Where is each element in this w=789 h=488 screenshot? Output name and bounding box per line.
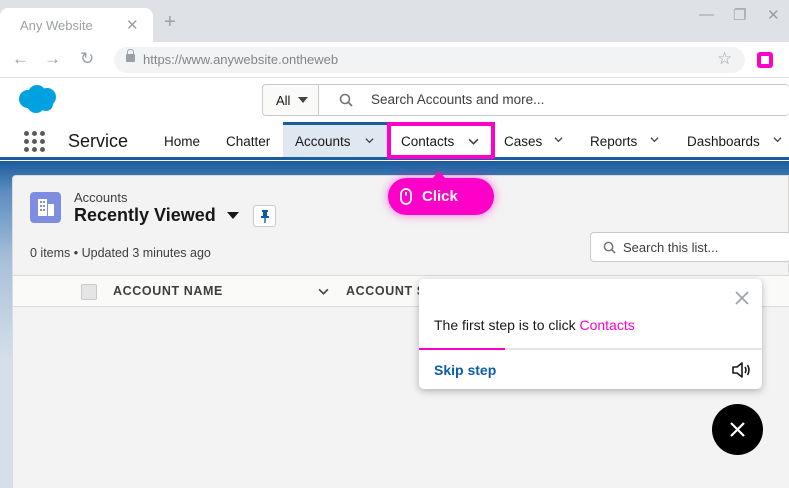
nav-item-label: Reports [590, 134, 638, 149]
global-header: All Search Accounts and more... [0, 78, 789, 122]
click-hint-badge: Click [388, 171, 494, 215]
click-hint-label: Click [422, 188, 458, 205]
nav-item-reports[interactable]: Reports [578, 122, 674, 160]
salesforce-logo-icon[interactable] [16, 84, 58, 114]
list-search-placeholder: Search this list... [623, 240, 719, 255]
app-launcher-icon[interactable] [24, 131, 46, 153]
accounts-object-icon [30, 192, 61, 223]
caret-down-icon [298, 97, 308, 103]
list-status-text: 0 items • Updated 3 minutes ago [30, 246, 211, 260]
close-icon[interactable] [735, 291, 749, 305]
walkthrough-close-button[interactable] [712, 404, 763, 455]
column-header-account-site[interactable]: ACCOUNT S [346, 284, 426, 298]
global-search-input[interactable]: Search Accounts and more... [371, 92, 544, 107]
nav-item-cases[interactable]: Cases [494, 122, 578, 160]
browser-tab-title: Any Website [20, 18, 93, 33]
browser-address-bar: ← → ↻ https://www.anywebsite.ontheweb ☆ [0, 42, 789, 78]
chevron-down-icon[interactable] [650, 135, 659, 144]
search-icon [603, 241, 616, 254]
minimize-icon[interactable]: — [699, 6, 714, 23]
pin-icon [261, 210, 269, 223]
pin-list-button[interactable] [253, 205, 276, 227]
nav-item-label: Cases [504, 134, 543, 149]
speaker-icon[interactable] [731, 361, 751, 379]
window-close-icon[interactable]: ✕ [767, 6, 780, 24]
nav-item-home[interactable]: Home [152, 122, 214, 160]
app-name: Service [68, 131, 129, 151]
url-field[interactable]: https://www.anywebsite.ontheweb ☆ [114, 47, 745, 73]
chevron-down-icon[interactable] [318, 286, 329, 297]
tooltip-message: The first step is to click Contacts [434, 317, 635, 333]
url-text: https://www.anywebsite.ontheweb [143, 52, 339, 67]
nav-item-label: Home [164, 134, 201, 149]
select-all-checkbox[interactable] [81, 284, 97, 300]
lock-icon [126, 49, 135, 62]
chevron-down-icon[interactable] [554, 135, 563, 144]
mouse-icon [400, 188, 412, 205]
chevron-down-icon[interactable] [468, 136, 479, 147]
step-progress-fill [419, 348, 505, 350]
browser-tab-strip: Any Website ✕ + — ❐ ✕ [0, 0, 789, 42]
extension-icon[interactable] [757, 52, 773, 68]
list-search-input[interactable]: Search this list... [590, 232, 789, 262]
tooltip-target-link: Contacts [579, 317, 635, 333]
walkthrough-tooltip: The first step is to click Contacts Skip… [419, 279, 762, 389]
chevron-down-icon[interactable] [773, 135, 782, 144]
tooltip-message-text: The first step is to click [434, 317, 580, 333]
browser-tab[interactable]: Any Website ✕ [0, 8, 153, 42]
nav-item-contacts[interactable]: Contacts [387, 122, 495, 159]
nav-item-label: Contacts [401, 134, 455, 149]
search-icon [339, 93, 353, 107]
back-icon[interactable]: ← [12, 50, 29, 68]
nav-item-label: Chatter [226, 134, 271, 149]
bookmark-star-icon[interactable]: ☆ [717, 49, 732, 69]
forward-icon[interactable]: → [44, 50, 61, 68]
step-progress-track [419, 348, 762, 350]
nav-item-label: Dashboards [687, 134, 760, 149]
tab-close-icon[interactable]: ✕ [126, 16, 139, 34]
restore-icon[interactable]: ❐ [733, 6, 746, 24]
new-tab-icon[interactable]: + [164, 12, 176, 32]
list-view-title[interactable]: Recently Viewed [74, 205, 216, 226]
column-header-account-name[interactable]: ACCOUNT NAME [113, 284, 223, 298]
search-scope-dropdown[interactable]: All [263, 85, 319, 115]
skip-step-button[interactable]: Skip step [434, 362, 496, 378]
nav-item-dashboards[interactable]: Dashboards [674, 122, 789, 160]
reload-icon[interactable]: ↻ [80, 50, 94, 68]
object-breadcrumb: Accounts [74, 190, 128, 205]
global-search: All Search Accounts and more... [262, 84, 789, 116]
nav-item-accounts[interactable]: Accounts [283, 122, 387, 157]
nav-item-label: Accounts [295, 134, 351, 149]
nav-item-chatter[interactable]: Chatter [214, 122, 282, 160]
list-view-switcher-icon[interactable] [227, 212, 239, 219]
chevron-down-icon[interactable] [365, 136, 374, 145]
search-scope-label: All [276, 93, 291, 108]
close-icon [730, 422, 745, 437]
